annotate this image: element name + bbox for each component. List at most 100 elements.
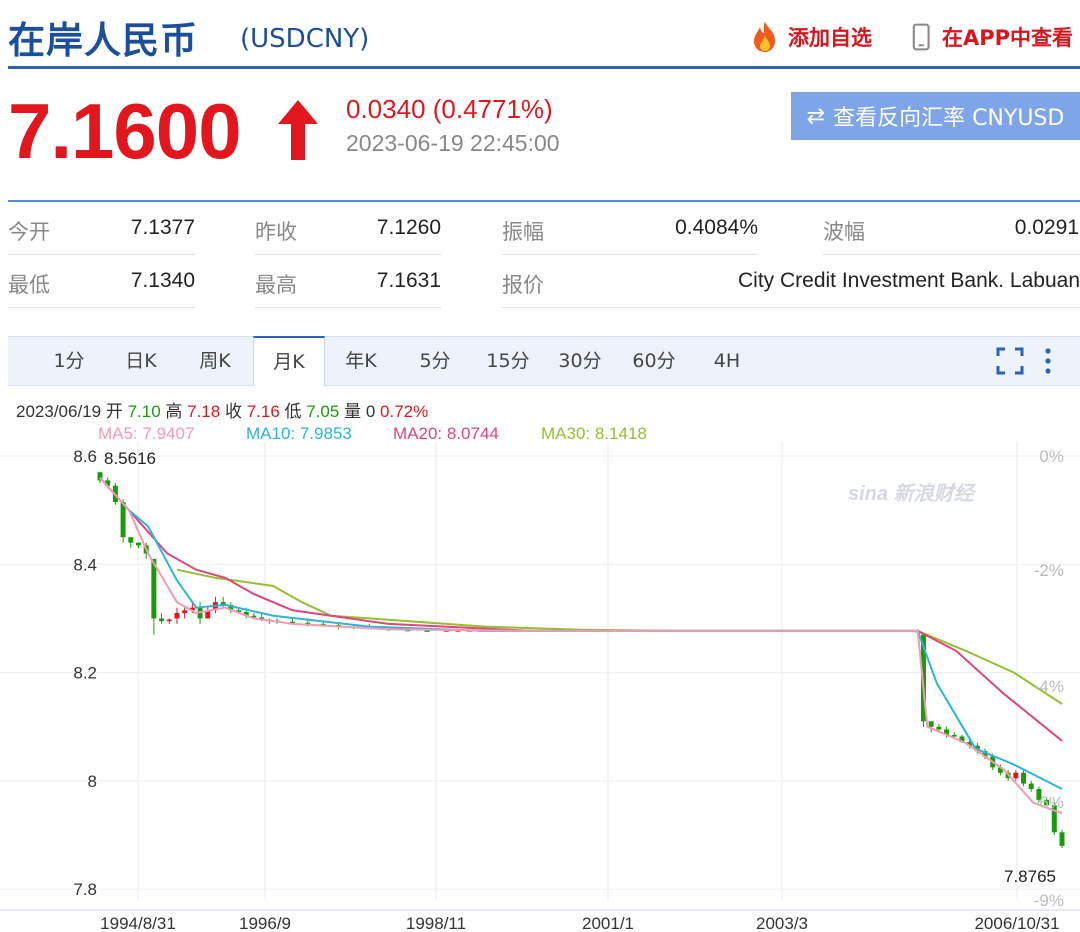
candle-body xyxy=(128,537,134,543)
kline-close-label: 收 xyxy=(224,402,242,421)
candle-body xyxy=(936,726,942,730)
tab-15min[interactable]: 15分 xyxy=(478,337,538,385)
candle-body xyxy=(159,618,165,622)
price-change: 0.0340 (0.4771%) xyxy=(346,94,553,124)
kline-date: 2023/06/19 xyxy=(16,402,102,421)
pct-tick-label: 0% xyxy=(1039,447,1064,466)
x-tick-label: 2001/1 xyxy=(582,914,634,932)
current-price: 7.1600 xyxy=(8,87,242,175)
sina-watermark: sina 新浪财经 xyxy=(848,482,977,505)
prev-close-label: 昨收 xyxy=(255,220,297,244)
pct-tick-label: -2% xyxy=(1034,561,1064,580)
x-tick-label: 1996/9 xyxy=(239,914,291,932)
kline-low-label: 低 xyxy=(284,402,302,421)
low-label: 最低 xyxy=(8,273,50,297)
row-divider xyxy=(255,307,441,308)
min-value-label: 7.8765 xyxy=(1004,867,1056,886)
row-divider xyxy=(823,254,1080,255)
ma10-legend: MA10: 7.9853 xyxy=(246,424,352,443)
high-value: 7.1631 xyxy=(376,269,441,292)
tab-yearly[interactable]: 年K xyxy=(336,337,386,385)
kline-open-label: 开 xyxy=(105,402,123,421)
open-label: 今开 xyxy=(8,220,50,244)
y-tick-label: 8.6 xyxy=(73,447,97,466)
tab-monthly[interactable]: 月K xyxy=(253,336,325,386)
candle-body xyxy=(1021,772,1027,784)
add-watchlist-label: 添加自选 xyxy=(788,26,872,50)
tab-1min[interactable]: 1分 xyxy=(44,337,94,385)
amplitude-value: 0.4084% xyxy=(675,216,758,239)
view-in-app-label: 在APP中查看 xyxy=(942,26,1074,50)
candle-body xyxy=(174,613,180,619)
quote-source-label: 报价 xyxy=(502,273,544,297)
watermark-text: sina 新浪财经 xyxy=(848,482,977,505)
reverse-rate-button[interactable]: ⇄ 查看反向汇率 CNYUSD xyxy=(791,92,1080,140)
header-divider xyxy=(8,66,1080,69)
reverse-rate-label: 查看反向汇率 CNYUSD xyxy=(833,106,1065,131)
candle-body xyxy=(928,721,934,727)
row-divider xyxy=(8,254,195,255)
x-tick-label: 1998/11 xyxy=(406,914,466,932)
wave-value: 0.0291 xyxy=(1014,216,1079,239)
x-tick-label: 1994/8/31 xyxy=(100,914,176,932)
candle-body xyxy=(951,734,957,737)
candle-body xyxy=(1013,772,1019,779)
prev-close-value: 7.1260 xyxy=(376,216,441,239)
open-value: 7.1377 xyxy=(130,216,195,239)
row-divider xyxy=(8,307,195,308)
symbol-code: (USDCNY) xyxy=(240,24,370,54)
view-in-app-button[interactable]: 在APP中查看 xyxy=(908,20,1073,54)
tab-daily[interactable]: 日K xyxy=(116,337,166,385)
kline-close: 7.16 xyxy=(246,402,280,421)
page-header: 在岸人民币 (USDCNY) 添加自选 在APP中查看 xyxy=(0,0,1080,66)
kline-high: 7.18 xyxy=(187,402,221,421)
candle-body xyxy=(166,619,172,622)
tab-60min[interactable]: 60分 xyxy=(624,337,684,385)
kline-info: 2023/06/19 开 7.10 高 7.18 收 7.16 低 7.05 量… xyxy=(16,397,428,422)
more-icon[interactable] xyxy=(1040,347,1056,375)
phone-icon xyxy=(912,23,930,51)
candle-body xyxy=(120,502,126,538)
kline-vol-label: 量 xyxy=(344,402,362,421)
chart-tabbar: 1分 日K 周K 月K 年K 5分 15分 30分 60分 4H xyxy=(8,336,1080,386)
add-watchlist-button[interactable]: 添加自选 xyxy=(748,20,872,54)
x-tick-label: 2003/3 xyxy=(756,914,808,932)
tab-weekly[interactable]: 周K xyxy=(190,337,240,385)
ma30-legend: MA30: 8.1418 xyxy=(541,424,647,443)
ma20-legend: MA20: 8.0744 xyxy=(393,424,499,443)
fullscreen-icon[interactable] xyxy=(996,347,1024,375)
page-title: 在岸人民币 xyxy=(8,19,198,62)
low-value: 7.1340 xyxy=(130,269,195,292)
candle-body xyxy=(1059,832,1065,846)
kline-chart[interactable]: sina 新浪财经 8.6 8.4 8.2 8 7.8 0% -2% -4% -6% -9% 199… xyxy=(0,442,1080,932)
ma5-legend: MA5: 7.9407 xyxy=(98,424,195,443)
row-divider xyxy=(502,254,758,255)
x-tick-label: 2006/10/31 xyxy=(974,914,1059,932)
y-tick-label: 8.4 xyxy=(73,555,97,574)
row-divider xyxy=(255,254,441,255)
swap-icon: ⇄ xyxy=(806,103,826,129)
kline-vol: 0 xyxy=(365,402,376,421)
pct-tick-label: -4% xyxy=(1034,677,1064,696)
candle-body xyxy=(135,542,141,546)
high-label: 最高 xyxy=(255,273,297,297)
y-tick-label: 8 xyxy=(88,772,97,791)
tab-30min[interactable]: 30分 xyxy=(550,337,610,385)
quote-time: 2023-06-19 22:45:00 xyxy=(346,130,560,156)
row-divider xyxy=(502,307,1080,308)
kline-open: 7.10 xyxy=(127,402,161,421)
pct-tick-label: -9% xyxy=(1034,891,1064,910)
candle-body xyxy=(182,610,188,614)
quote-source-value: City Credit Investment Bank. Labuan xyxy=(737,269,1080,292)
max-value-label: 8.5616 xyxy=(104,449,156,468)
flame-icon xyxy=(754,22,775,52)
candle-body xyxy=(1028,783,1034,789)
stats-top-divider xyxy=(8,200,1080,202)
y-tick-label: 8.2 xyxy=(73,664,97,683)
kline-pct: 0.72% xyxy=(380,402,429,421)
tab-5min[interactable]: 5分 xyxy=(410,337,460,385)
tab-4h[interactable]: 4H xyxy=(702,337,752,385)
kline-high-label: 高 xyxy=(165,402,183,421)
ma5-line xyxy=(99,477,1063,815)
pct-tick-label: -6% xyxy=(1034,793,1064,812)
